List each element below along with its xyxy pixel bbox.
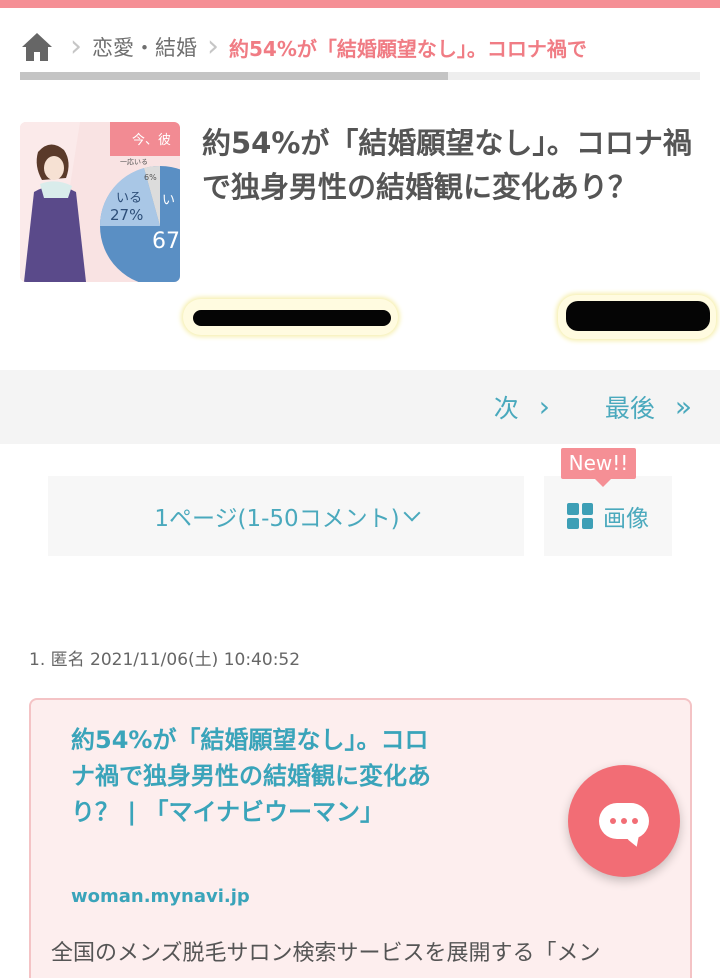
page-select-dropdown[interactable]: 1ページ(1-50コメント) xyxy=(48,476,524,556)
breadcrumb-scrollbar[interactable] xyxy=(20,72,700,80)
image-button[interactable]: 画像 xyxy=(544,476,672,556)
redaction-mark xyxy=(566,301,710,331)
comment-fab-button[interactable] xyxy=(568,765,680,877)
comment-timestamp: 2021/11/06(土) 10:40:52 xyxy=(90,650,301,670)
chevron-right-icon: › xyxy=(70,29,82,64)
article-thumbnail[interactable]: 今、彼 一応いる 6% いる 27% い 67 xyxy=(20,122,180,282)
link-card-description: 全国のメンズ脱毛サロン検索サービスを展開する「メン xyxy=(51,941,601,966)
thumb-pct-big: 67 xyxy=(152,229,180,254)
scrollbar-thumb[interactable] xyxy=(20,72,448,80)
article-title: 約54%が「結婚願望なし」。コロナ禍で独身男性の結婚観に変化あり？ xyxy=(202,126,692,204)
page-select-label: 1ページ(1-50コメント) xyxy=(154,506,400,532)
next-page-link[interactable]: 次 › xyxy=(494,389,550,425)
grid-icon xyxy=(567,503,593,529)
last-page-label: 最後 xyxy=(604,394,655,423)
next-page-label: 次 xyxy=(493,394,519,423)
new-badge: New!! xyxy=(561,448,636,487)
breadcrumb-category[interactable]: 恋愛・結婚 xyxy=(92,32,197,62)
thumb-label-mid: いる xyxy=(116,191,142,206)
image-button-label: 画像 xyxy=(603,506,649,532)
comment-number: 1. xyxy=(29,650,46,670)
chevron-down-icon xyxy=(403,504,421,522)
link-card-domain: woman.mynavi.jp xyxy=(71,886,250,907)
chat-bubble-icon xyxy=(599,803,649,839)
double-chevron-right-icon: » xyxy=(674,390,692,423)
link-card-title[interactable]: 約54%が「結婚願望なし」。コロナ禍で独身男性の結婚観に変化あり？ | 「マイナ… xyxy=(71,722,431,830)
chevron-right-icon: › xyxy=(538,390,550,423)
comment-author: 匿名 xyxy=(50,650,85,670)
comment-meta: 1. 匿名 2021/11/06(土) 10:40:52 xyxy=(29,645,300,670)
top-accent-bar xyxy=(0,0,720,8)
breadcrumb: › 恋愛・結婚 › 約54%が「結婚願望なし」。コロナ禍で xyxy=(20,22,700,72)
home-icon[interactable] xyxy=(20,30,54,64)
redacted-info-right xyxy=(558,295,716,339)
breadcrumb-current: 約54%が「結婚願望なし」。コロナ禍で xyxy=(229,36,587,61)
chevron-right-icon: › xyxy=(207,29,219,64)
thumb-label-big: い xyxy=(162,193,175,208)
thumb-pct-mid: 27% xyxy=(110,206,143,224)
thumb-header-text: 今、彼 xyxy=(132,132,171,148)
redaction-mark xyxy=(193,310,391,326)
redacted-info-left xyxy=(183,299,398,335)
pagination-bar: 次 › 最後 » xyxy=(0,370,720,444)
last-page-link[interactable]: 最後 » xyxy=(605,389,692,425)
page: › 恋愛・結婚 › 約54%が「結婚願望なし」。コロナ禍で 今、彼 一応いる 6… xyxy=(0,0,720,978)
thumb-label-small: 一応いる xyxy=(120,157,148,166)
thumb-pct-small: 6% xyxy=(144,173,157,182)
